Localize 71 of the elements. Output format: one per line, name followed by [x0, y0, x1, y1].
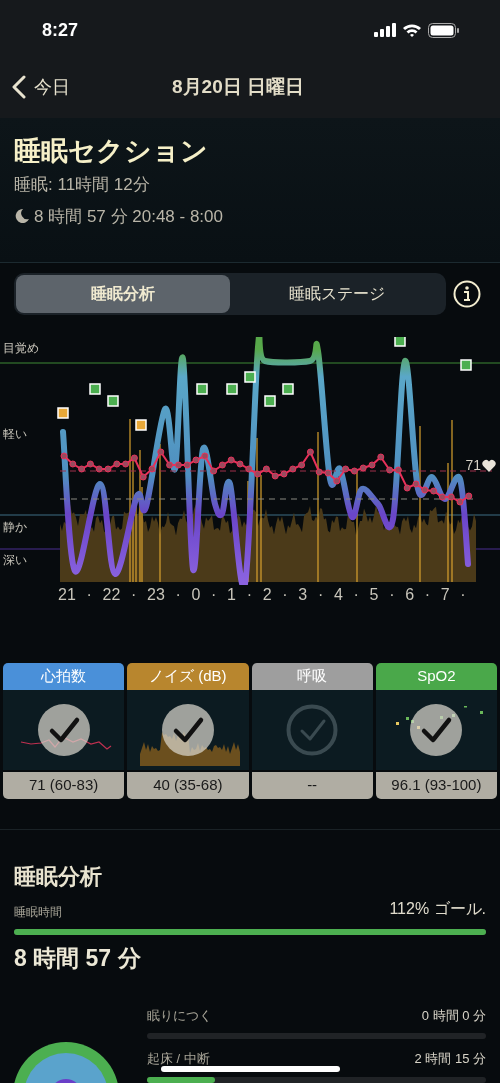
axis-label: ·: [246, 585, 253, 605]
axis-label: ·: [86, 585, 92, 605]
back-button[interactable]: 今日: [0, 73, 70, 101]
axis-label: 6: [405, 585, 415, 605]
stage-name: 眠りにつく: [147, 1006, 212, 1025]
metric-value: --: [251, 772, 373, 799]
signal-icon: [374, 23, 396, 37]
goal-percentage: 112% ゴール.: [389, 899, 486, 919]
sleep-total: 睡眠: 11時間 12分: [14, 174, 151, 196]
heart-icon: [482, 459, 496, 472]
axis-label: ·: [175, 585, 181, 605]
status-time: 8:27: [41, 18, 79, 42]
spo2-marker: [135, 419, 147, 431]
chevron-left-icon: [12, 75, 26, 99]
wifi-icon: [402, 23, 422, 37]
axis-label: 0: [191, 585, 201, 605]
battery-icon: [428, 22, 460, 38]
axis-label: 5: [369, 585, 379, 605]
axis-label: ·: [353, 585, 359, 605]
spo2-marker: [282, 383, 294, 395]
metric-value: 40 (35-68): [127, 772, 249, 799]
axis-label: ·: [131, 585, 137, 605]
tab[interactable]: 睡眠分析: [16, 275, 230, 313]
moon-icon: [14, 208, 30, 225]
axis-label: 1: [227, 585, 236, 605]
card-header: 心拍数: [3, 663, 125, 690]
card-header: ノイズ (dB): [127, 663, 249, 690]
spo2-marker: [226, 383, 238, 395]
sleep-session: 8 時間 57 分 20:48 - 8:00: [34, 205, 223, 228]
axis-label: ·: [211, 585, 217, 605]
axis-label: 23: [147, 585, 165, 605]
axis-label: 21: [58, 585, 76, 605]
heart-rate-point: [306, 448, 314, 456]
sleep-time-label: 睡眠時間: [14, 904, 62, 921]
axis-label: ·: [282, 585, 288, 605]
stage-label: 軽い: [3, 426, 27, 443]
tab[interactable]: 睡眠ステージ: [230, 275, 444, 313]
analysis-title: 睡眠分析: [14, 863, 103, 891]
axis-label: 2: [262, 585, 272, 605]
axis-label: 4: [333, 585, 343, 605]
spo2-marker: [460, 359, 472, 371]
axis-label: ·: [389, 585, 395, 605]
sleep-duration: 8 時間 57 分: [14, 944, 142, 973]
axis-label: ·: [424, 585, 431, 605]
stage-duration: 0 時間 0 分: [421, 1006, 486, 1025]
heart-rate-value: 71: [465, 456, 481, 475]
spo2-marker: [107, 395, 119, 407]
axis-label: 7: [440, 585, 450, 605]
axis-label: 22: [102, 585, 121, 605]
axis-label: 3: [298, 585, 308, 605]
metric-value: 96.1 (93-100): [375, 772, 497, 799]
stage-duration: 2 時間 15 分: [414, 1050, 486, 1068]
info-icon[interactable]: [453, 280, 481, 308]
spo2-marker: [244, 371, 256, 383]
heart-rate-point: [157, 448, 165, 456]
metric-value: 71 (60-83): [3, 772, 125, 799]
spo2-marker: [196, 383, 208, 395]
stage-name: 起床 / 中断: [147, 1050, 210, 1068]
stage-label: 深い: [3, 552, 27, 569]
spo2-marker: [57, 407, 69, 419]
card-header: 呼吸: [251, 663, 373, 690]
spo2-marker: [89, 383, 101, 395]
nav-title: 8月20日 日曜日: [172, 74, 304, 99]
section-title: 睡眠セクション: [14, 135, 209, 168]
card-header: SpO2: [375, 663, 497, 690]
spo2-marker: [264, 395, 276, 407]
stage-label: 目覚め: [3, 340, 39, 357]
stage-label: 静か: [3, 519, 27, 536]
axis-label: ·: [317, 585, 324, 605]
axis-label: ·: [460, 585, 466, 605]
spo2-marker: [394, 337, 406, 347]
